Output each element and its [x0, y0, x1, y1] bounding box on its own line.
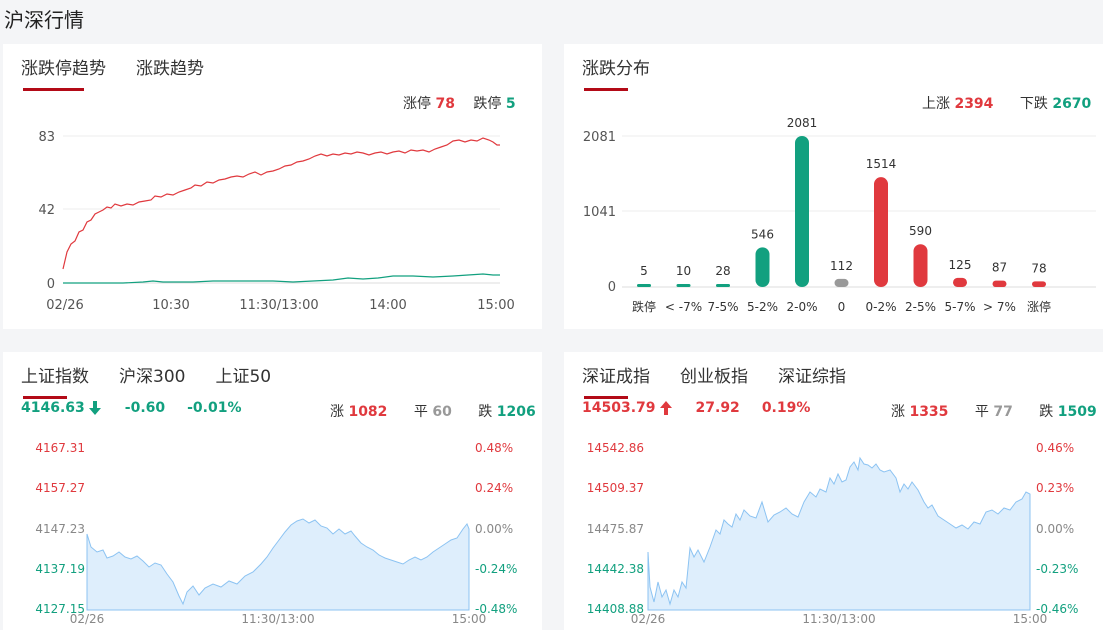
- limit-trend-chart: 83 42 0 02/26 10:30 11:30/13:00 14:00 15…: [38, 130, 514, 313]
- bar-category-label: 7-5%: [707, 300, 738, 314]
- distribution-chart: 2081 1041 0 5 跌停 10 < -7% 28 7-5% 546 5-2% 2081 2…: [583, 116, 1096, 314]
- distribution-bar: [874, 177, 888, 287]
- distribution-bar: [953, 277, 967, 287]
- y-right-tick: -0.23%: [1036, 562, 1078, 576]
- y-tick: 0: [608, 280, 616, 295]
- distribution-bar: [834, 278, 849, 287]
- y-tick: 2081: [583, 130, 616, 145]
- limit-trend-card: 涨跌停趋势 涨跌趋势 涨停 78 跌停 5 83 42 0 02/26 10:3…: [3, 44, 542, 329]
- bar-value-label: 78: [1031, 261, 1046, 275]
- y-left-tick: 4157.27: [35, 481, 85, 495]
- bar-value-label: 125: [949, 258, 972, 272]
- distribution-bar: [992, 280, 1007, 287]
- x-tick: 11:30/13:00: [241, 612, 314, 626]
- bar-value-label: 87: [992, 261, 1007, 275]
- y-left-tick: 4137.19: [35, 562, 85, 576]
- limit-up-line: [62, 137, 500, 270]
- bar-category-label: < -7%: [665, 300, 702, 314]
- bar-value-label: 10: [676, 264, 691, 278]
- bar-value-label: 2081: [787, 116, 818, 130]
- y-tick: 1041: [583, 205, 616, 220]
- bar-category-label: > 7%: [983, 300, 1016, 314]
- bar-category-label: 5-2%: [747, 300, 778, 314]
- bar-value-label: 546: [751, 227, 774, 241]
- distribution-bar: [1032, 281, 1046, 287]
- x-tick: 11:30/13:00: [802, 612, 875, 626]
- x-tick: 10:30: [152, 298, 189, 313]
- y-left-tick: 14509.37: [587, 481, 644, 495]
- sz-intraday-chart: 14542.86 14509.37 14475.87 14442.38 1440…: [587, 441, 1079, 626]
- y-left-tick: 14475.87: [587, 522, 644, 536]
- bar-category-label: 0: [838, 300, 846, 314]
- x-tick: 02/26: [70, 612, 105, 626]
- sh-index-card: 上证指数 沪深300 上证50 4146.63 -0.60 -0.01% 涨 1…: [3, 352, 542, 630]
- y-tick: 83: [38, 130, 55, 145]
- sz-price-area: [647, 456, 1031, 611]
- distribution-bar: [913, 244, 928, 287]
- bar-category-label: 跌停: [632, 299, 656, 314]
- bar-category-label: 涨停: [1027, 299, 1051, 314]
- sh-intraday-chart: 4167.31 4157.27 4147.23 4137.19 4127.15 …: [35, 441, 517, 626]
- sh-price-area: [86, 518, 470, 611]
- distribution-bar: [795, 136, 809, 287]
- distribution-bar: [755, 247, 770, 287]
- x-tick: 15:00: [1013, 612, 1048, 626]
- bar-value-label: 28: [715, 264, 730, 278]
- bar-category-label: 2-0%: [786, 300, 817, 314]
- y-right-tick: -0.24%: [475, 562, 517, 576]
- y-tick: 0: [47, 277, 55, 292]
- y-left-tick: 4147.23: [35, 522, 85, 536]
- x-tick: 15:00: [477, 298, 514, 313]
- bar-value-label: 112: [830, 259, 853, 273]
- y-right-tick: 0.00%: [475, 522, 513, 536]
- distribution-bar: [676, 284, 691, 287]
- y-left-tick: 14542.86: [587, 441, 644, 455]
- y-left-tick: 14442.38: [587, 562, 644, 576]
- bar-category-label: 2-5%: [905, 300, 936, 314]
- x-tick: 15:00: [452, 612, 487, 626]
- bar-category-label: 0-2%: [865, 300, 896, 314]
- y-right-tick: 0.48%: [475, 441, 513, 455]
- y-right-tick: 0.00%: [1036, 522, 1074, 536]
- bar-value-label: 1514: [866, 157, 897, 171]
- distribution-card: 涨跌分布 上涨 2394 下跌 2670 2081 1041 0 5 跌停 10 < …: [564, 44, 1103, 329]
- distribution-bar: [716, 284, 730, 287]
- bar-value-label: 5: [640, 264, 648, 278]
- sz-index-card: 深证成指 创业板指 深证综指 14503.79 27.92 0.19% 涨 13…: [564, 352, 1103, 630]
- x-tick: 14:00: [369, 298, 406, 313]
- y-left-tick: 4167.31: [35, 441, 85, 455]
- x-tick: 11:30/13:00: [239, 298, 318, 313]
- x-tick: 02/26: [46, 298, 83, 313]
- bar-category-label: 5-7%: [944, 300, 975, 314]
- y-right-tick: 0.24%: [475, 481, 513, 495]
- y-right-tick: 0.46%: [1036, 441, 1074, 455]
- limit-down-line: [63, 273, 500, 284]
- x-tick: 02/26: [631, 612, 666, 626]
- y-tick: 42: [38, 203, 55, 218]
- bar-value-label: 590: [909, 224, 932, 238]
- distribution-bar: [637, 284, 651, 287]
- page-title: 沪深行情: [4, 8, 84, 32]
- y-right-tick: 0.23%: [1036, 481, 1074, 495]
